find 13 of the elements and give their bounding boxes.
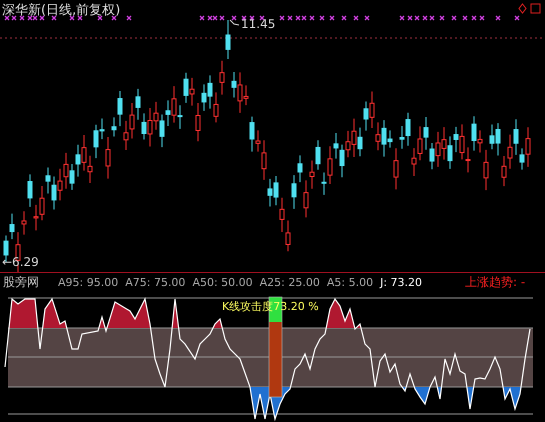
parameter-value: A75: 75.00 xyxy=(125,276,186,288)
pointer-line-icon xyxy=(229,19,240,27)
parameter-value: A5: 5.00 xyxy=(326,276,374,288)
parameter-value: A95: 95.00 xyxy=(58,276,118,288)
high-price-label: 11.45 xyxy=(241,17,276,31)
chart-title: 深华新(日线,前复权) xyxy=(2,2,120,19)
trend-label: 上涨趋势: - xyxy=(465,274,526,290)
indicator-name: 股旁网 xyxy=(3,274,39,290)
parameter-value: A50: 50.00 xyxy=(192,276,253,288)
diamond-icon[interactable] xyxy=(518,3,527,14)
j-value: J: 73.20 xyxy=(380,276,422,288)
square-icon[interactable] xyxy=(530,3,541,14)
parameter-value: A25: 25.00 xyxy=(260,276,320,288)
